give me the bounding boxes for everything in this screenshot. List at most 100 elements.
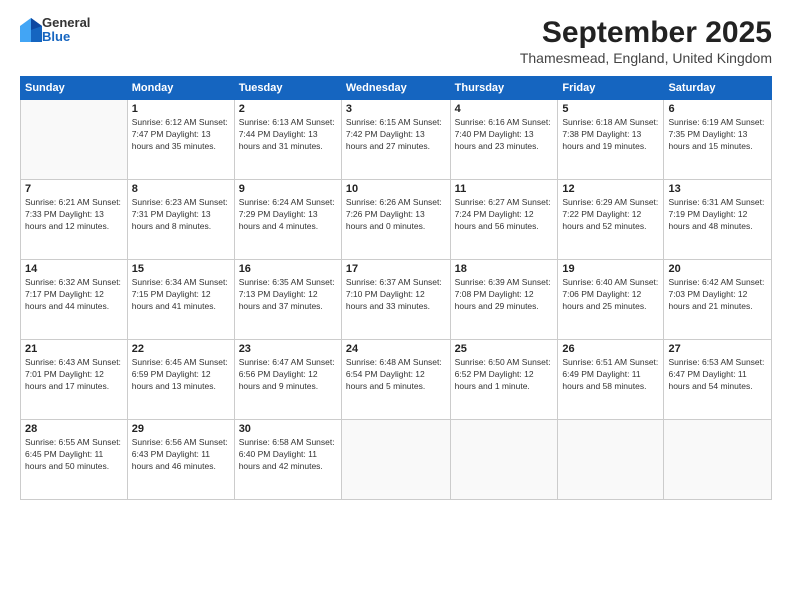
day-number: 9 [239,183,337,195]
day-info: Sunrise: 6:16 AM Sunset: 7:40 PM Dayligh… [455,117,554,153]
calendar-cell: 27 Sunrise: 6:53 AM Sunset: 6:47 PM Dayli… [664,340,772,420]
col-monday: Monday [127,77,234,100]
day-number: 14 [25,263,123,275]
calendar-table: Sunday Monday Tuesday Wednesday Thursday… [20,76,772,500]
calendar-cell [341,420,450,500]
calendar-cell [450,420,558,500]
calendar-cell: 11 Sunrise: 6:27 AM Sunset: 7:24 PM Dayli… [450,180,558,260]
day-number: 3 [346,103,446,115]
day-number: 30 [239,423,337,435]
day-info: Sunrise: 6:51 AM Sunset: 6:49 PM Dayligh… [562,357,659,393]
day-number: 18 [455,263,554,275]
calendar-cell: 24 Sunrise: 6:48 AM Sunset: 6:54 PM Dayli… [341,340,450,420]
calendar-cell: 3Sunrise: 6:15 AM Sunset: 7:42 PM Daylig… [341,100,450,180]
calendar-cell: 19Sunrise: 6:40 AM Sunset: 7:06 PM Dayli… [558,260,664,340]
calendar-week-row: 14 Sunrise: 6:32 AM Sunset: 7:17 PM Dayli… [21,260,772,340]
day-info: Sunrise: 6:23 AM Sunset: 7:31 PM Dayligh… [132,197,230,233]
logo-icon [20,16,42,44]
day-info: Sunrise: 6:53 AM Sunset: 6:47 PM Dayligh… [668,357,767,393]
day-number: 1 [132,103,230,115]
day-info: Sunrise: 6:35 AM Sunset: 7:13 PM Dayligh… [239,277,337,313]
calendar-cell: 9 Sunrise: 6:24 AM Sunset: 7:29 PM Daylig… [234,180,341,260]
day-number: 25 [455,343,554,355]
day-info: Sunrise: 6:18 AM Sunset: 7:38 PM Dayligh… [562,117,659,153]
day-number: 6 [668,103,767,115]
calendar-week-row: 1 Sunrise: 6:12 AM Sunset: 7:47 PM Daylig… [21,100,772,180]
calendar-cell: 7 Sunrise: 6:21 AM Sunset: 7:33 PM Daylig… [21,180,128,260]
calendar-cell: 12 Sunrise: 6:29 AM Sunset: 7:22 PM Dayli… [558,180,664,260]
title-block: September 2025 Thamesmead, England, Unit… [520,16,772,66]
calendar-cell: 1 Sunrise: 6:12 AM Sunset: 7:47 PM Daylig… [127,100,234,180]
day-number: 28 [25,423,123,435]
calendar-cell: 16 Sunrise: 6:35 AM Sunset: 7:13 PM Dayli… [234,260,341,340]
month-title: September 2025 [520,16,772,50]
col-thursday: Thursday [450,77,558,100]
calendar-cell [21,100,128,180]
day-number: 22 [132,343,230,355]
day-info: Sunrise: 6:29 AM Sunset: 7:22 PM Dayligh… [562,197,659,233]
calendar-cell: 10Sunrise: 6:26 AM Sunset: 7:26 PM Dayli… [341,180,450,260]
day-number: 8 [132,183,230,195]
col-saturday: Saturday [664,77,772,100]
day-number: 29 [132,423,230,435]
day-number: 17 [346,263,446,275]
day-number: 12 [562,183,659,195]
day-number: 5 [562,103,659,115]
calendar-cell: 4 Sunrise: 6:16 AM Sunset: 7:40 PM Daylig… [450,100,558,180]
day-info: Sunrise: 6:47 AM Sunset: 6:56 PM Dayligh… [239,357,337,393]
day-info: Sunrise: 6:21 AM Sunset: 7:33 PM Dayligh… [25,197,123,233]
calendar-cell: 6 Sunrise: 6:19 AM Sunset: 7:35 PM Daylig… [664,100,772,180]
calendar-cell: 22 Sunrise: 6:45 AM Sunset: 6:59 PM Dayli… [127,340,234,420]
day-info: Sunrise: 6:48 AM Sunset: 6:54 PM Dayligh… [346,357,446,393]
calendar-cell: 28 Sunrise: 6:55 AM Sunset: 6:45 PM Dayli… [21,420,128,500]
day-number: 27 [668,343,767,355]
col-tuesday: Tuesday [234,77,341,100]
day-info: Sunrise: 6:45 AM Sunset: 6:59 PM Dayligh… [132,357,230,393]
calendar-cell: 21 Sunrise: 6:43 AM Sunset: 7:01 PM Dayli… [21,340,128,420]
day-info: Sunrise: 6:24 AM Sunset: 7:29 PM Dayligh… [239,197,337,233]
logo-general-text: General [42,16,90,30]
day-number: 2 [239,103,337,115]
day-number: 19 [562,263,659,275]
day-info: Sunrise: 6:27 AM Sunset: 7:24 PM Dayligh… [455,197,554,233]
day-number: 11 [455,183,554,195]
calendar-cell: 17 Sunrise: 6:37 AM Sunset: 7:10 PM Dayli… [341,260,450,340]
day-info: Sunrise: 6:37 AM Sunset: 7:10 PM Dayligh… [346,277,446,313]
day-number: 15 [132,263,230,275]
day-number: 16 [239,263,337,275]
calendar-cell: 30Sunrise: 6:58 AM Sunset: 6:40 PM Dayli… [234,420,341,500]
calendar-week-row: 7 Sunrise: 6:21 AM Sunset: 7:33 PM Daylig… [21,180,772,260]
day-info: Sunrise: 6:32 AM Sunset: 7:17 PM Dayligh… [25,277,123,313]
calendar-cell: 14 Sunrise: 6:32 AM Sunset: 7:17 PM Dayli… [21,260,128,340]
calendar-cell: 2Sunrise: 6:13 AM Sunset: 7:44 PM Daylig… [234,100,341,180]
day-number: 10 [346,183,446,195]
day-number: 13 [668,183,767,195]
day-number: 26 [562,343,659,355]
day-info: Sunrise: 6:19 AM Sunset: 7:35 PM Dayligh… [668,117,767,153]
day-number: 20 [668,263,767,275]
day-info: Sunrise: 6:55 AM Sunset: 6:45 PM Dayligh… [25,437,123,473]
calendar-header-row: Sunday Monday Tuesday Wednesday Thursday… [21,77,772,100]
day-info: Sunrise: 6:43 AM Sunset: 7:01 PM Dayligh… [25,357,123,393]
day-info: Sunrise: 6:12 AM Sunset: 7:47 PM Dayligh… [132,117,230,153]
calendar-cell: 29Sunrise: 6:56 AM Sunset: 6:43 PM Dayli… [127,420,234,500]
day-number: 21 [25,343,123,355]
col-sunday: Sunday [21,77,128,100]
day-info: Sunrise: 6:42 AM Sunset: 7:03 PM Dayligh… [668,277,767,313]
day-info: Sunrise: 6:34 AM Sunset: 7:15 PM Dayligh… [132,277,230,313]
day-number: 23 [239,343,337,355]
location: Thamesmead, England, United Kingdom [520,50,772,66]
calendar-cell [558,420,664,500]
calendar-cell: 5 Sunrise: 6:18 AM Sunset: 7:38 PM Daylig… [558,100,664,180]
day-number: 4 [455,103,554,115]
calendar-cell: 13Sunrise: 6:31 AM Sunset: 7:19 PM Dayli… [664,180,772,260]
calendar-cell: 25Sunrise: 6:50 AM Sunset: 6:52 PM Dayli… [450,340,558,420]
logo: General Blue [20,16,90,45]
calendar-cell: 26 Sunrise: 6:51 AM Sunset: 6:49 PM Dayli… [558,340,664,420]
day-number: 24 [346,343,446,355]
calendar-week-row: 28 Sunrise: 6:55 AM Sunset: 6:45 PM Dayli… [21,420,772,500]
calendar-cell: 23 Sunrise: 6:47 AM Sunset: 6:56 PM Dayli… [234,340,341,420]
day-info: Sunrise: 6:39 AM Sunset: 7:08 PM Dayligh… [455,277,554,313]
page-header: General Blue September 2025 Thamesmead, … [20,16,772,66]
day-number: 7 [25,183,123,195]
